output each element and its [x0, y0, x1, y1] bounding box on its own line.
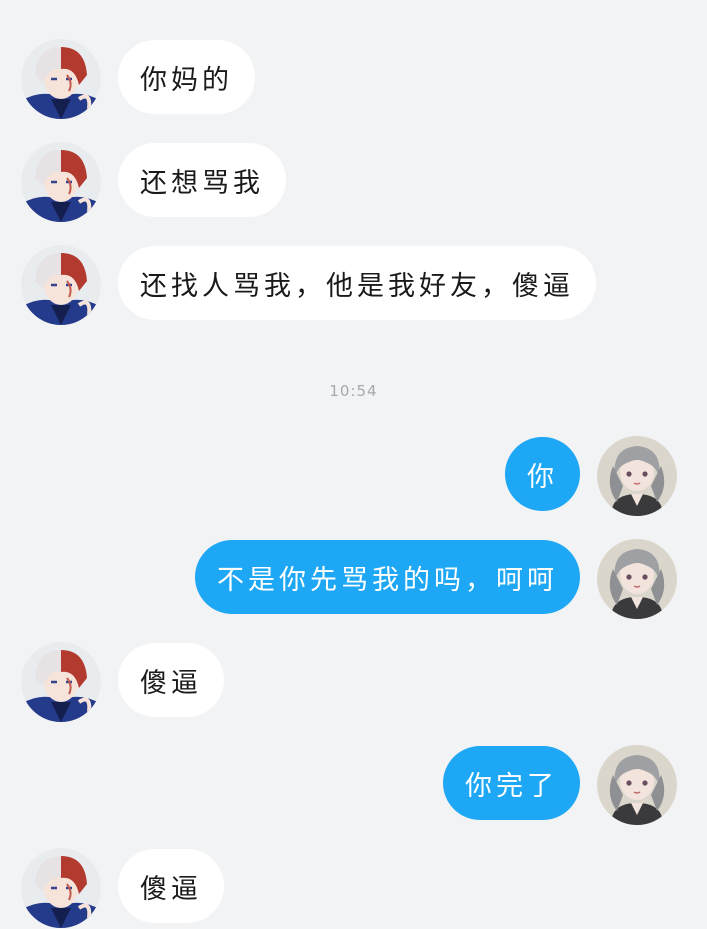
avatar[interactable] — [21, 848, 101, 928]
incoming-message-bubble[interactable]: 傻逼 — [118, 849, 224, 923]
incoming-message-bubble[interactable]: 傻逼 — [118, 643, 224, 717]
avatar[interactable] — [21, 642, 101, 722]
avatar[interactable] — [21, 39, 101, 119]
message-row: 你 — [0, 436, 707, 516]
message-row: 还找人骂我，他是我好友，傻逼 — [0, 245, 707, 325]
incoming-message-bubble[interactable]: 还想骂我 — [118, 143, 286, 217]
chat-view[interactable]: 你妈的 还想骂我 还找人骂我，他是我好友，傻逼 10:54 你 不是你先骂我的吗… — [0, 0, 707, 929]
avatar[interactable] — [21, 142, 101, 222]
avatar[interactable] — [597, 539, 677, 619]
avatar[interactable] — [597, 745, 677, 825]
message-row: 还想骂我 — [0, 142, 707, 222]
outgoing-message-bubble[interactable]: 不是你先骂我的吗，呵呵 — [195, 540, 580, 614]
timestamp: 10:54 — [329, 382, 378, 400]
message-row: 不是你先骂我的吗，呵呵 — [0, 539, 707, 619]
message-row: 你完了 — [0, 745, 707, 825]
outgoing-message-bubble[interactable]: 你完了 — [443, 746, 580, 820]
incoming-message-bubble[interactable]: 你妈的 — [118, 40, 255, 114]
incoming-message-bubble[interactable]: 还找人骂我，他是我好友，傻逼 — [118, 246, 596, 320]
message-row: 傻逼 — [0, 848, 707, 928]
message-row: 你妈的 — [0, 39, 707, 119]
avatar[interactable] — [597, 436, 677, 516]
message-row: 傻逼 — [0, 642, 707, 722]
outgoing-message-bubble[interactable]: 你 — [505, 437, 580, 511]
avatar[interactable] — [21, 245, 101, 325]
